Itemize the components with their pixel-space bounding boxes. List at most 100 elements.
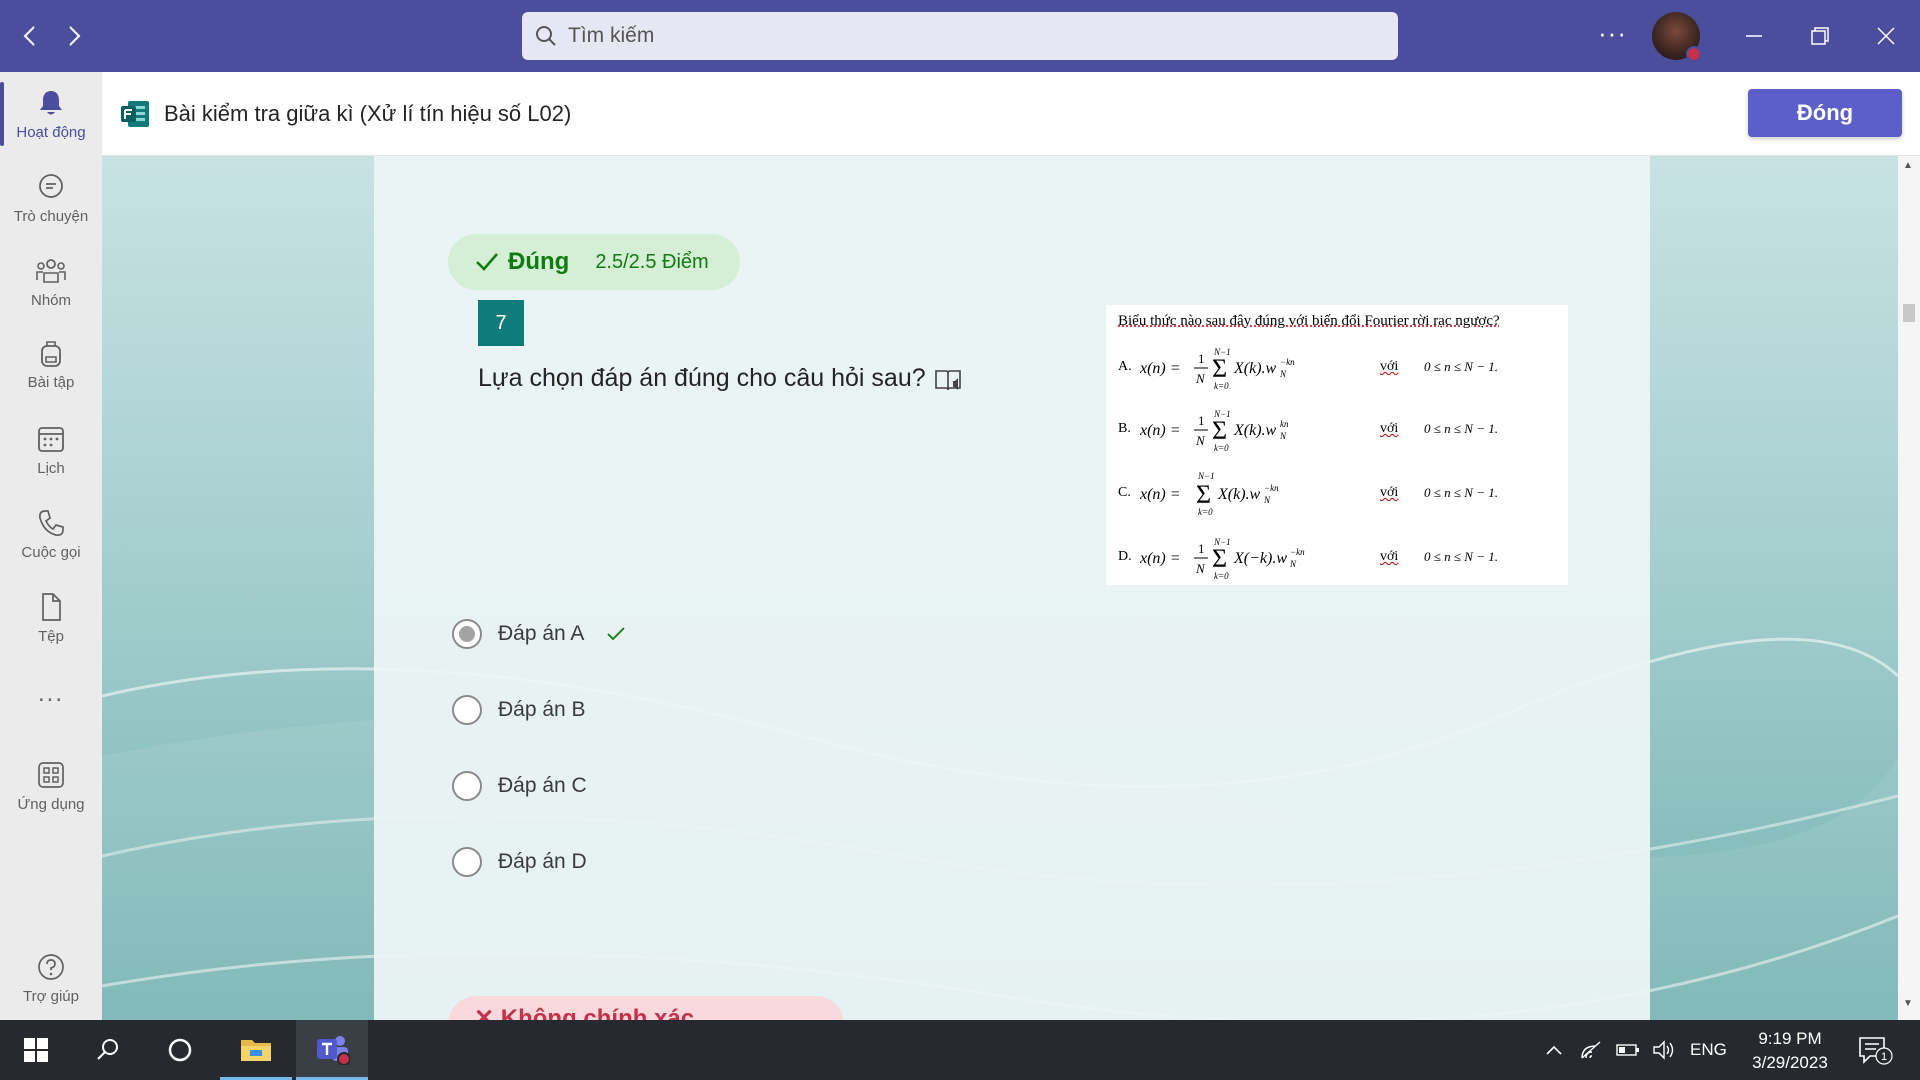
file-explorer-icon[interactable] xyxy=(220,1020,292,1080)
option-with-word: với xyxy=(1380,549,1399,564)
scroll-up-icon[interactable]: ▲ xyxy=(1903,160,1913,171)
result-status: Đúng xyxy=(508,248,570,275)
svg-text:1: 1 xyxy=(1198,351,1205,366)
svg-text:x(n) =: x(n) = xyxy=(1140,486,1181,503)
rail-item-label: Ứng dụng xyxy=(17,796,85,813)
more-apps-icon[interactable]: ... xyxy=(0,680,102,708)
battery-icon[interactable] xyxy=(1616,1020,1640,1080)
svg-text:Σ: Σ xyxy=(1212,354,1227,383)
avatar[interactable] xyxy=(1652,12,1702,62)
question-text: Lựa chọn đáp án đúng cho câu hỏi sau? xyxy=(478,364,926,392)
taskbar: ENG 9:19 PM 3/29/2023 1 xyxy=(0,1020,1920,1080)
rail-item-calls[interactable]: Cuộc gọi xyxy=(0,508,102,561)
rail-item-calendar[interactable]: Lịch xyxy=(0,424,102,477)
option-condition: 0 ≤ n ≤ N − 1. xyxy=(1424,359,1498,374)
svg-text:N: N xyxy=(1263,495,1271,505)
option-condition: 0 ≤ n ≤ N − 1. xyxy=(1424,421,1498,436)
svg-text:−kn: −kn xyxy=(1290,547,1305,557)
svg-text:x(n) =: x(n) = xyxy=(1140,550,1181,567)
image-option-a: A. x(n) = 1 N N−1 Σ k=0 X(k).w −kn N với… xyxy=(1118,341,1558,393)
restore-icon[interactable] xyxy=(1802,18,1838,54)
svg-text:X(k).w: X(k).w xyxy=(1233,422,1277,439)
taskbar-search-icon[interactable] xyxy=(72,1020,144,1080)
notification-count: 1 xyxy=(1881,1051,1887,1063)
result-badge: Đúng 2.5/2.5 Điểm xyxy=(448,234,740,290)
search-icon xyxy=(536,26,556,46)
teams-taskbar-icon[interactable] xyxy=(296,1020,368,1080)
svg-text:k=0: k=0 xyxy=(1214,571,1229,581)
page-title: Bài kiểm tra giữa kì (Xử lí tín hiệu số … xyxy=(164,101,572,126)
choice-a[interactable]: Đáp án A xyxy=(452,617,626,651)
radio-button-selected[interactable] xyxy=(452,619,482,649)
rail-item-files[interactable]: Tệp xyxy=(0,592,102,645)
svg-text:X(k).w: X(k).w xyxy=(1217,486,1261,503)
svg-text:N: N xyxy=(1195,433,1206,448)
option-with-word: với xyxy=(1380,485,1399,500)
backpack-icon xyxy=(41,341,61,367)
phone-icon xyxy=(38,510,64,537)
rail-item-label: Trợ giúp xyxy=(23,988,79,1005)
option-letter: B. xyxy=(1118,421,1131,436)
volume-icon[interactable] xyxy=(1652,1020,1676,1080)
input-language[interactable]: ENG xyxy=(1690,1040,1727,1060)
svg-text:X(k).w: X(k).w xyxy=(1233,360,1277,377)
formula-d: x(n) = 1 N N−1 Σ k=0 X(−k).w −kn N xyxy=(1140,537,1305,581)
rail-item-help[interactable]: Trợ giúp xyxy=(0,952,102,1005)
formula-c: x(n) = N−1 Σ k=0 X(k).w −kn N xyxy=(1140,471,1279,517)
svg-text:N: N xyxy=(1279,431,1287,441)
option-with-word: với xyxy=(1380,421,1399,436)
rail-item-chat[interactable]: Trò chuyện xyxy=(0,172,102,225)
search-box[interactable]: Tìm kiếm xyxy=(522,12,1398,60)
option-letter: D. xyxy=(1118,549,1132,564)
svg-text:1: 1 xyxy=(1198,413,1205,428)
choice-label: Đáp án D xyxy=(498,850,587,873)
svg-text:N: N xyxy=(1289,559,1297,569)
close-window-icon[interactable] xyxy=(1868,18,1904,54)
forward-arrow-icon[interactable] xyxy=(58,20,90,52)
notification-center-icon[interactable]: 1 xyxy=(1858,1036,1894,1071)
close-button[interactable]: Đóng xyxy=(1748,89,1902,137)
svg-text:−kn: −kn xyxy=(1280,357,1295,367)
radio-button[interactable] xyxy=(452,847,482,877)
svg-text:Σ: Σ xyxy=(1196,480,1211,509)
result-score: 2.5/2.5 Điểm xyxy=(595,250,709,273)
minimize-icon[interactable] xyxy=(1736,18,1772,54)
rail-item-activity[interactable]: Hoạt động xyxy=(0,82,102,146)
rail-item-assignments[interactable]: Bài tập xyxy=(0,338,102,391)
rail-item-teams[interactable]: Nhóm xyxy=(0,256,102,309)
immersive-reader-icon[interactable] xyxy=(934,368,964,394)
more-options-icon[interactable]: ··· xyxy=(1598,18,1627,49)
choice-c[interactable]: Đáp án C xyxy=(452,769,587,803)
wifi-icon[interactable] xyxy=(1580,1020,1602,1080)
clock-date: 3/29/2023 xyxy=(1752,1053,1828,1072)
image-option-d: D. x(n) = 1 N N−1 Σ k=0 X(−k).w −kn N vớ… xyxy=(1118,531,1558,583)
scrollbar-thumb[interactable] xyxy=(1903,304,1915,322)
bell-icon xyxy=(40,91,62,115)
presence-status-icon xyxy=(1686,46,1702,62)
option-with-word: với xyxy=(1380,359,1399,374)
option-condition: 0 ≤ n ≤ N − 1. xyxy=(1424,549,1498,564)
radio-button[interactable] xyxy=(452,695,482,725)
rail-item-apps[interactable]: Ứng dụng xyxy=(0,760,102,813)
svg-text:−kn: −kn xyxy=(1264,483,1279,493)
option-letter: C. xyxy=(1118,485,1131,500)
svg-text:Σ: Σ xyxy=(1212,544,1227,573)
cortana-icon[interactable] xyxy=(144,1020,216,1080)
choice-b[interactable]: Đáp án B xyxy=(452,693,586,727)
option-letter: A. xyxy=(1118,359,1132,374)
choice-d[interactable]: Đáp án D xyxy=(452,845,587,879)
back-arrow-icon[interactable] xyxy=(14,20,46,52)
scrollbar[interactable]: ▲ ▼ xyxy=(1898,156,1920,1020)
clock[interactable]: 9:19 PM 3/29/2023 xyxy=(1740,1027,1840,1075)
question-number: 7 xyxy=(478,300,524,346)
svg-text:x(n) =: x(n) = xyxy=(1140,422,1181,439)
svg-text:N: N xyxy=(1279,369,1287,379)
app-header: Bài kiểm tra giữa kì (Xử lí tín hiệu số … xyxy=(102,72,1920,156)
radio-button[interactable] xyxy=(452,771,482,801)
apps-icon xyxy=(38,762,64,788)
scroll-down-icon[interactable]: ▼ xyxy=(1903,998,1913,1009)
svg-text:Σ: Σ xyxy=(1212,416,1227,445)
clock-time: 9:19 PM xyxy=(1758,1029,1822,1048)
show-hidden-icons-icon[interactable] xyxy=(1544,1020,1564,1080)
windows-start-icon[interactable] xyxy=(0,1020,72,1080)
